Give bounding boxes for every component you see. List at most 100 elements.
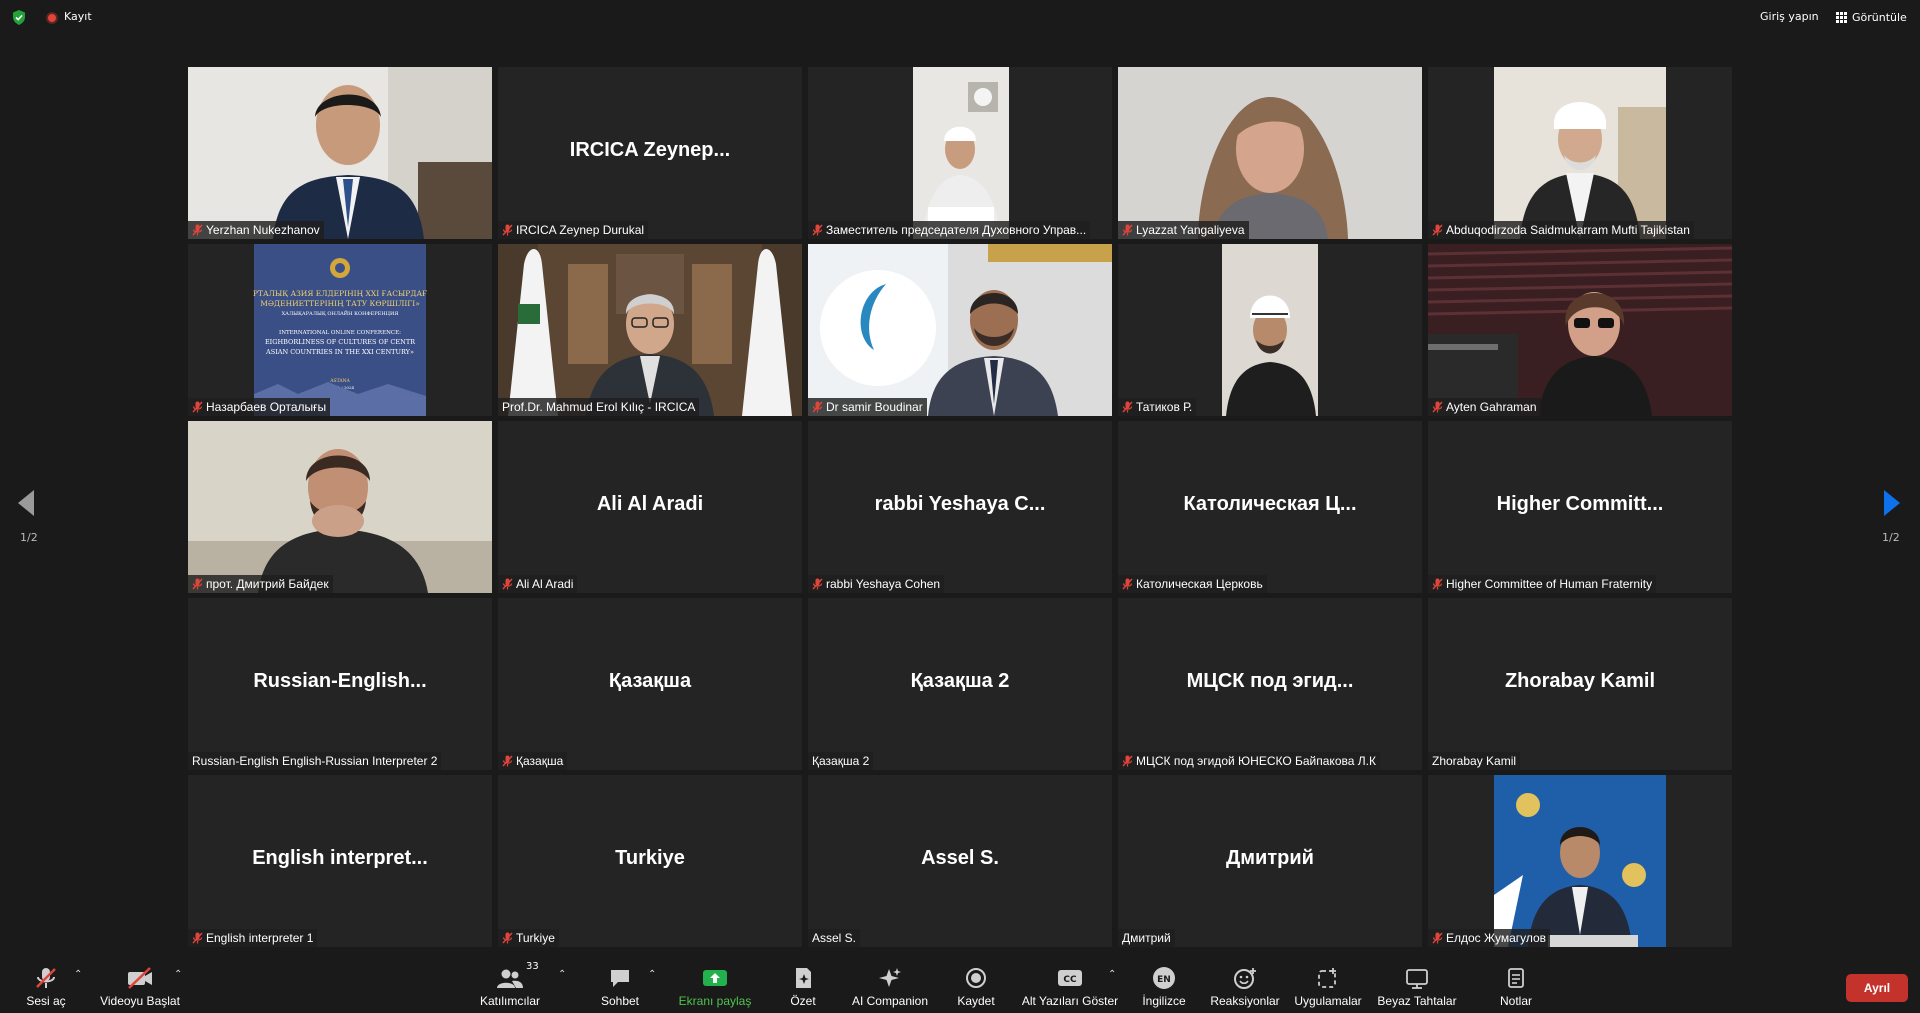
muted-mic-icon [1122,755,1133,767]
participant-display-name: Assel S. [921,847,999,869]
page-indicator-right: 1/2 [1882,531,1900,544]
participant-name-tag: прот. Дмитрий Байдек [188,575,333,593]
participant-tile[interactable]: Ayten Gahraman [1428,244,1732,416]
participant-tile[interactable]: Lyazzat Yangaliyeva [1118,67,1422,239]
participant-name: Turkiye [516,931,555,945]
participant-tile[interactable]: Елдос Жумагулов [1428,775,1732,947]
audio-options-caret-icon[interactable]: ⌃ [74,969,82,980]
slide-line-2: МӘДЕНИЕТТЕРІНІҢ ТАТУ КӨРШІЛІГІ» [260,299,420,308]
record-label: Kaydet [957,994,995,1008]
participant-tile[interactable]: Assel S. Assel S. [808,775,1112,947]
participant-name-tag: Russian-English English-Russian Interpre… [188,752,442,770]
participant-name: Russian-English English-Russian Interpre… [192,754,438,768]
muted-mic-icon [1432,401,1443,413]
participant-name: Ayten Gahraman [1446,400,1537,414]
unmute-button[interactable]: Sesi aç [18,953,74,1013]
next-page-arrow-icon[interactable] [1884,490,1900,516]
view-label: Görüntüle [1852,10,1907,24]
video-options-caret-icon[interactable]: ⌃ [174,969,182,980]
participant-tile[interactable]: РТАЛЫҚ АЗИЯ ЕЛДЕРІНІҢ XXI ҒАСЫРДАҒ МӘДЕН… [188,244,492,416]
participant-tile[interactable]: Қазақша Қазақша [498,598,802,770]
recording-label[interactable]: Kayıt [64,10,92,23]
share-screen-label: Ekranı paylaş [678,994,752,1008]
slide-line-4: INTERNATIONAL ONLINE CONFERENCE: [279,330,401,336]
muted-mic-icon [812,578,823,590]
participant-tile[interactable]: Қазақша 2 Қазақша 2 [808,598,1112,770]
participant-tile[interactable]: Yerzhan Nukezhanov [188,67,492,239]
participant-name: Yerzhan Nukezhanov [206,223,320,237]
participant-tile[interactable]: IRCICA Zeynep... IRCICA Zeynep Durukal [498,67,802,239]
whiteboard-icon [1406,969,1428,989]
shield-check-icon[interactable] [12,10,26,25]
record-icon [966,968,986,988]
participant-tile[interactable]: Russian-English... Russian-English Engli… [188,598,492,770]
participant-name: rabbi Yeshaya Cohen [826,577,941,591]
participant-tile[interactable]: Abduqodirzoda Saidmukarram Mufti Tajikis… [1428,67,1732,239]
participant-display-name: rabbi Yeshaya C... [874,493,1046,515]
participant-name-tag: Ali Al Aradi [498,575,578,593]
participant-video [808,244,1112,416]
participant-name: Елдос Жумагулов [1446,931,1547,945]
ai-companion-button[interactable]: AI Companion [846,953,934,1013]
participant-display-name: IRCICA Zeynep... [569,139,731,161]
start-video-button[interactable]: Videoyu Başlat [96,953,184,1013]
participant-video [1428,67,1732,239]
leave-meeting-button[interactable]: Ayrıl [1846,974,1908,1002]
whiteboards-button[interactable]: Beyaz Tahtalar [1372,953,1462,1013]
participant-name: Заместитель председателя Духовного Управ… [826,223,1087,237]
participants-options-caret-icon[interactable]: ⌃ [558,969,566,980]
show-captions-button[interactable]: CC Alt Yazıları Göster [1022,953,1118,1013]
participant-tile[interactable]: Higher Committ... Higher Committee of Hu… [1428,421,1732,593]
participant-name-tag: Назарбаев Орталығы [188,398,331,416]
summary-document-icon [796,968,811,988]
participant-tile[interactable]: Zhorabay Kamil Zhorabay Kamil [1428,598,1732,770]
meeting-toolbar: Sesi aç ⌃ Videoyu Başlat ⌃ Katılımcılar … [0,953,1920,1013]
participant-tile[interactable]: Татиков Р. [1118,244,1422,416]
slide-line-6: ASIAN COUNTRIES IN THE XXI CENTURY» [265,348,414,356]
participant-tile[interactable]: rabbi Yeshaya C... rabbi Yeshaya Cohen [808,421,1112,593]
muted-mic-icon [1122,224,1133,236]
language-code: EN [1157,975,1171,985]
participant-name: Назарбаев Орталығы [206,400,327,414]
participant-tile[interactable]: Turkiye Turkiye [498,775,802,947]
summary-button[interactable]: Özet [776,953,830,1013]
top-bar: Kayıt Giriş yapın Görüntüle [0,0,1920,34]
language-button[interactable]: EN İngilizce [1136,953,1192,1013]
participant-tile[interactable]: прот. Дмитрий Байдек [188,421,492,593]
chat-options-caret-icon[interactable]: ⌃ [648,969,656,980]
chat-label: Sohbet [600,994,640,1008]
participant-name-tag: Татиков Р. [1118,398,1197,416]
participant-tile[interactable]: Заместитель председателя Духовного Управ… [808,67,1112,239]
slide-line-5: EIGHBORLINESS OF CULTURES OF CENTR [265,338,416,346]
participant-name-tag: Dr samir Boudinar [808,398,927,416]
participant-tile[interactable]: English interpret... English interpreter… [188,775,492,947]
previous-page-arrow-icon[interactable] [18,490,34,516]
participant-tile[interactable]: МЦСК под эгид... МЦСК под эгидой ЮНЕСКО … [1118,598,1422,770]
participant-name-tag: Turkiye [498,929,559,947]
muted-mic-icon [502,755,513,767]
captions-options-caret-icon[interactable]: ⌃ [1108,969,1116,980]
participant-tile-active-speaker[interactable]: Prof.Dr. Mahmud Erol Kılıç - IRCICA [498,244,802,416]
participant-tile[interactable]: Дмитрий Дмитрий [1118,775,1422,947]
participant-tile[interactable]: Ali Al Aradi Ali Al Aradi [498,421,802,593]
participant-name: Assel S. [812,931,857,945]
participant-name-tag: Қазақша 2 [808,752,874,770]
apps-icon [1318,968,1336,988]
sign-in-link[interactable]: Giriş yapın [1760,10,1819,23]
chat-button[interactable]: Sohbet [590,953,650,1013]
notes-button[interactable]: Notlar [1490,953,1542,1013]
participant-display-name: Католическая Ц... [1183,493,1357,515]
slide-line-3: ХАЛЫҚАРАЛЫҚ ОНЛАЙН КОНФЕРЕНЦИЯ [282,309,399,317]
participant-tile[interactable]: Католическая Ц... Католическая Церковь [1118,421,1422,593]
muted-mic-icon [1432,932,1443,944]
record-button[interactable]: Kaydet [950,953,1002,1013]
muted-mic-icon [502,578,513,590]
apps-button[interactable]: Uygulamalar [1290,953,1366,1013]
share-screen-button[interactable]: Ekranı paylaş [672,953,758,1013]
participant-name-tag: Zhorabay Kamil [1428,752,1521,770]
whiteboards-label: Beyaz Tahtalar [1377,994,1457,1008]
view-button[interactable]: Görüntüle [1836,9,1907,25]
participant-tile[interactable]: Dr samir Boudinar [808,244,1112,416]
participant-name: Католическая Церковь [1136,577,1263,591]
reactions-button[interactable]: Reaksiyonlar [1208,953,1282,1013]
